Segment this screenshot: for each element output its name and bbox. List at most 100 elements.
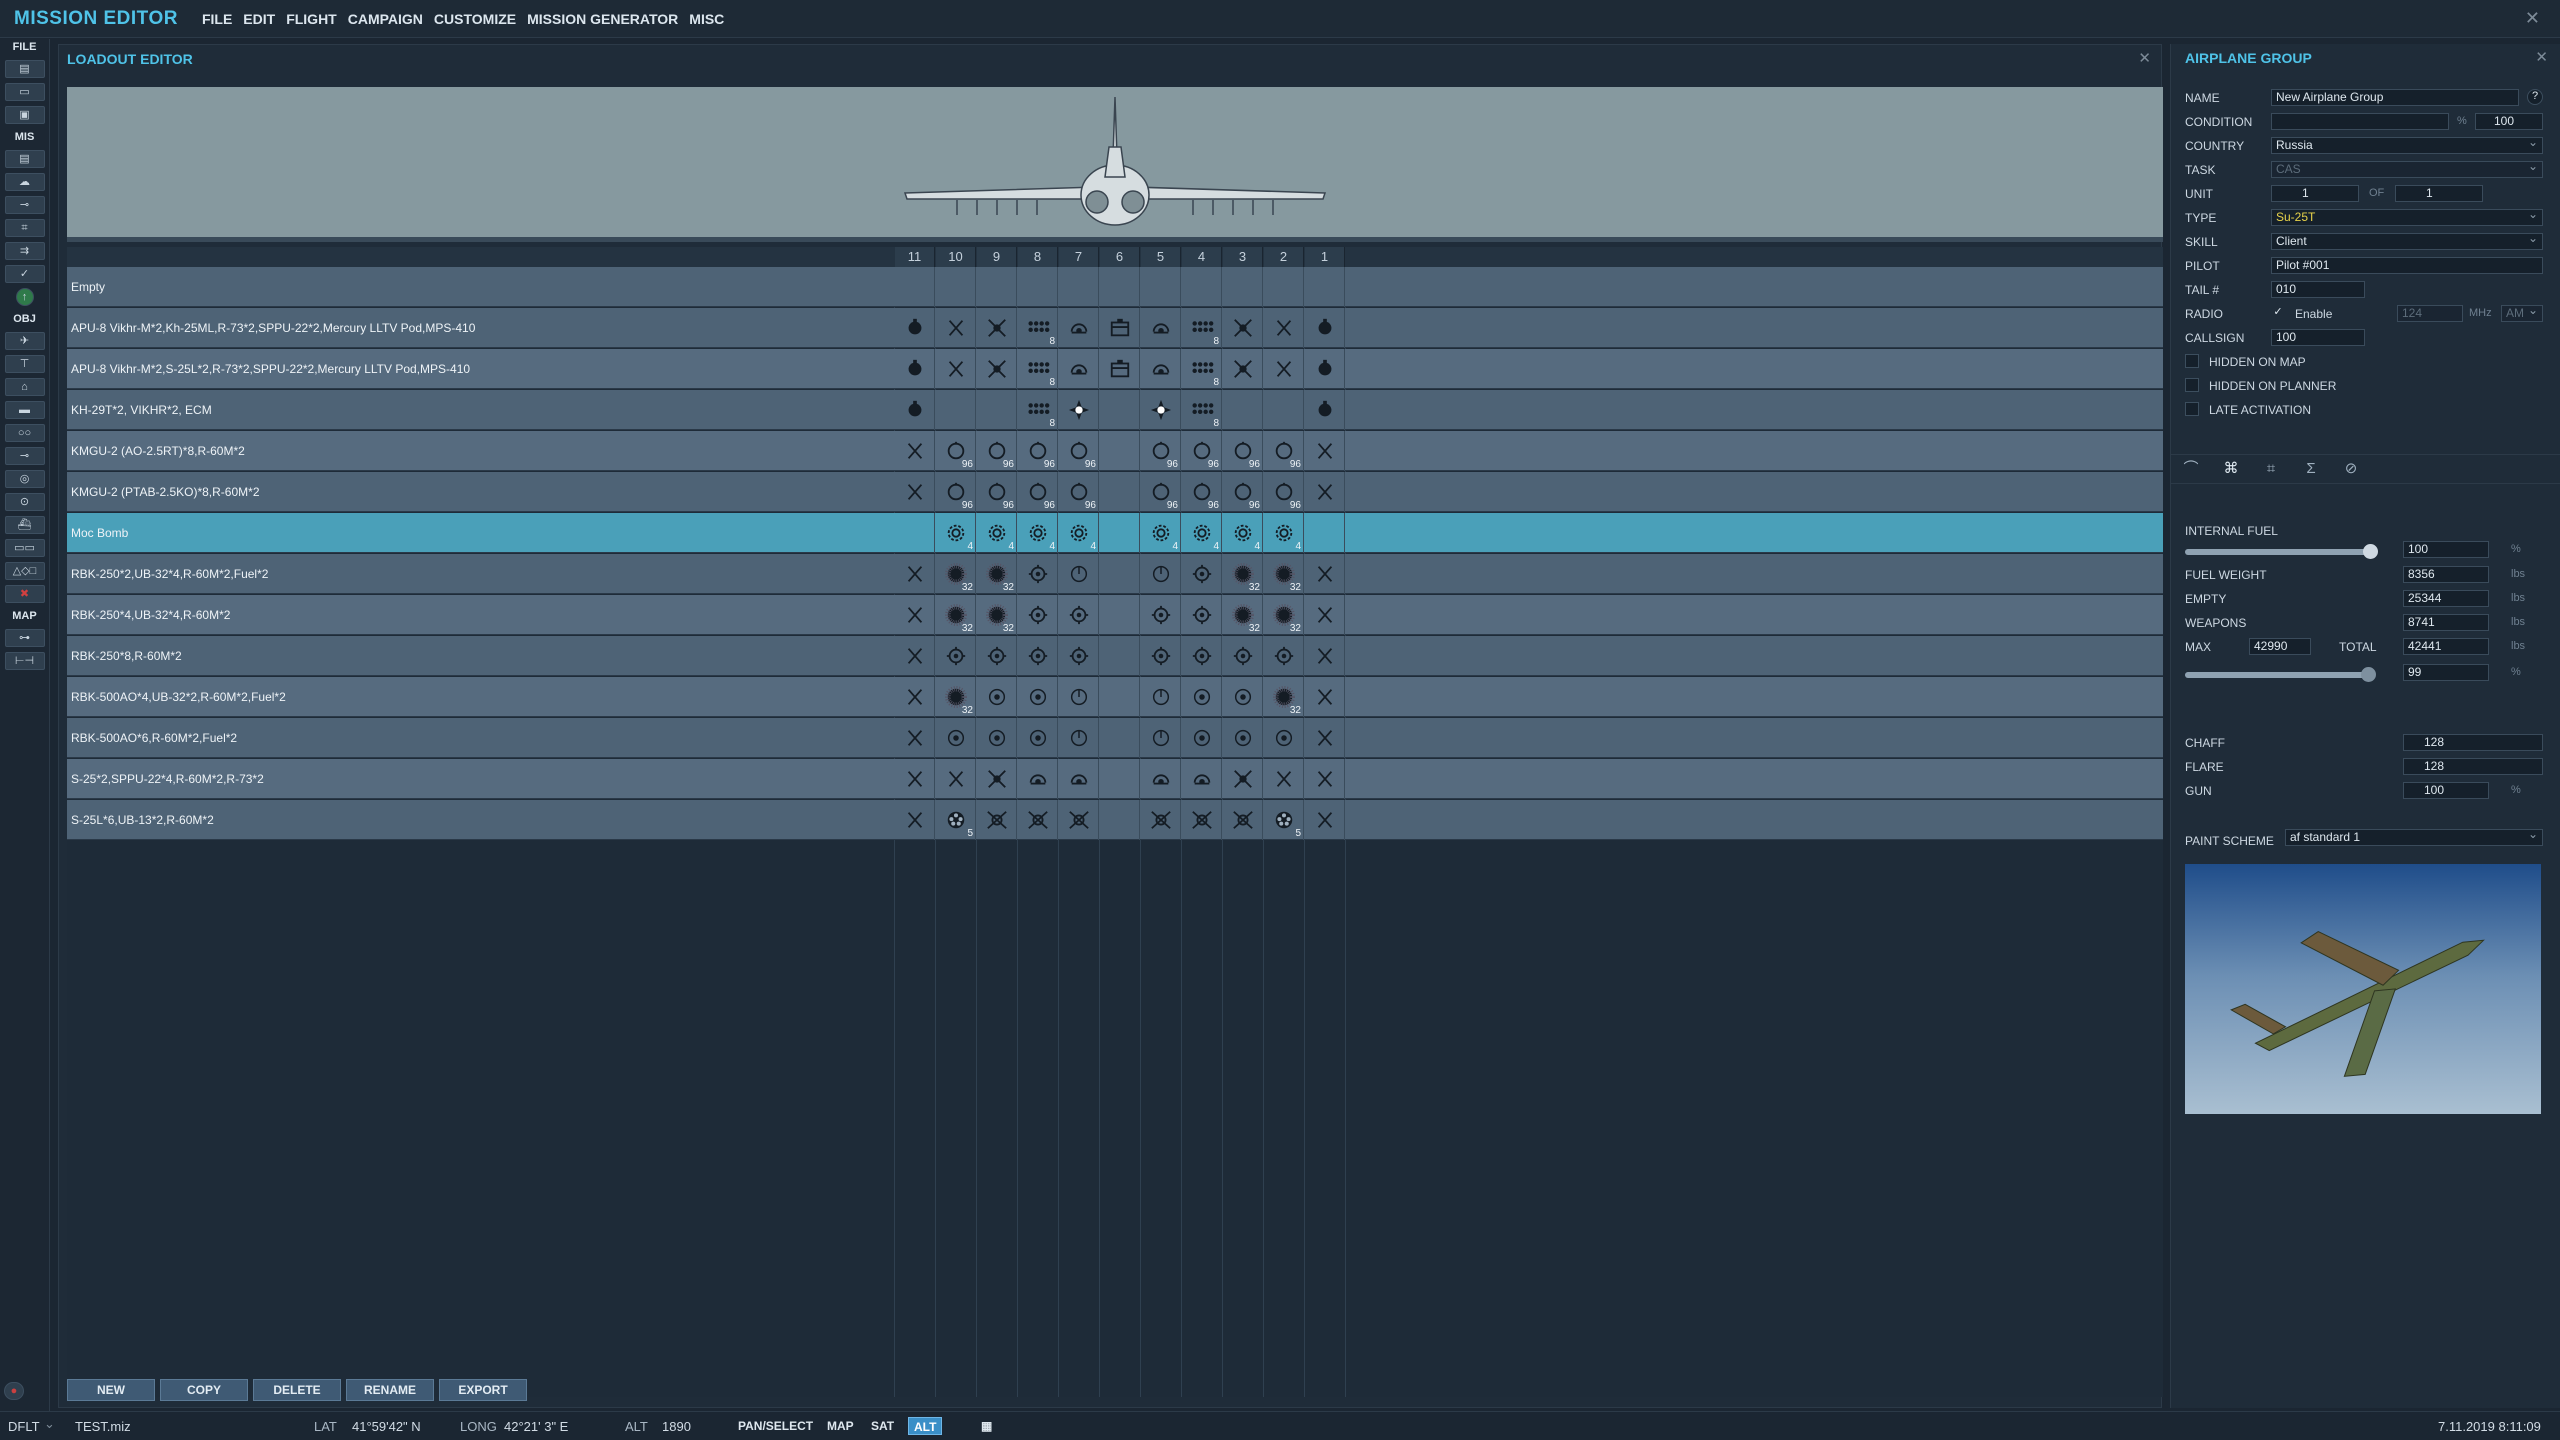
station-slot[interactable]: 96 — [1018, 431, 1058, 471]
internal-fuel-slider[interactable] — [2185, 544, 2378, 559]
station-slot[interactable]: 32 — [936, 554, 976, 594]
station-slot[interactable] — [1223, 800, 1263, 840]
station-slot[interactable]: 96 — [1141, 472, 1181, 512]
station-slot[interactable] — [1305, 431, 1345, 471]
station-slot[interactable] — [895, 513, 935, 553]
station-slot[interactable] — [977, 759, 1017, 799]
station-slot[interactable]: 5 — [1264, 800, 1304, 840]
station-slot[interactable] — [895, 800, 935, 840]
station-slot[interactable] — [1018, 800, 1058, 840]
station-slot[interactable]: 32 — [936, 677, 976, 717]
station-slot[interactable]: 96 — [1223, 472, 1263, 512]
station-slot[interactable] — [1100, 595, 1140, 635]
station-slot[interactable] — [1305, 677, 1345, 717]
station-slot[interactable] — [895, 759, 935, 799]
station-slot[interactable] — [1059, 390, 1099, 430]
shapes-icon[interactable]: △◇□ — [4, 562, 45, 580]
station-slot[interactable] — [1059, 267, 1099, 307]
ruler-icon[interactable]: ⊶ — [4, 629, 45, 647]
station-slot[interactable]: 96 — [936, 431, 976, 471]
table-row[interactable]: S-25*2,SPPU-22*4,R-60M*2,R-73*2 — [67, 759, 2163, 799]
station-slot[interactable]: 4 — [1059, 513, 1099, 553]
station-slot[interactable] — [936, 390, 976, 430]
table-row[interactable]: RBK-250*2,UB-32*4,R-60M*2,Fuel*2 32 32 32 32 — [67, 554, 2163, 594]
station-slot[interactable] — [1305, 390, 1345, 430]
station-slot[interactable] — [1182, 595, 1222, 635]
station-slot[interactable] — [1223, 267, 1263, 307]
station-slot[interactable] — [1141, 308, 1181, 348]
station-slot[interactable] — [1018, 636, 1058, 676]
type-select[interactable]: Su-25T — [2271, 209, 2543, 226]
station-slot[interactable] — [1018, 554, 1058, 594]
table-row[interactable]: Moc Bomb 4 4 4 4 4 4 4 4 — [67, 513, 2163, 553]
station-slot[interactable] — [1018, 677, 1058, 717]
sat-view-button[interactable]: SAT — [866, 1417, 899, 1435]
station-slot[interactable] — [895, 636, 935, 676]
station-slot[interactable] — [1305, 554, 1345, 594]
payload-tab-icon[interactable]: ⌘ — [2211, 455, 2251, 483]
station-slot[interactable] — [1305, 513, 1345, 553]
station-slot[interactable] — [1182, 636, 1222, 676]
paint-scheme-select[interactable]: af standard 1 — [2285, 829, 2543, 846]
station-slot[interactable] — [1100, 800, 1140, 840]
menu-flight[interactable]: FLIGHT — [286, 11, 337, 27]
station-slot[interactable]: 8 — [1182, 390, 1222, 430]
station-slot[interactable] — [1223, 636, 1263, 676]
station-slot[interactable] — [895, 349, 935, 389]
ship-icon[interactable]: ⌂ — [4, 378, 45, 396]
station-slot[interactable] — [936, 636, 976, 676]
table-row[interactable]: RBK-250*8,R-60M*2 — [67, 636, 2163, 676]
station-slot[interactable]: 96 — [1182, 431, 1222, 471]
condition-stepper[interactable]: 100 — [2475, 113, 2543, 130]
station-slot[interactable] — [977, 349, 1017, 389]
station-slot[interactable] — [1264, 718, 1304, 758]
menu-file[interactable]: FILE — [202, 11, 232, 27]
station-slot[interactable]: 4 — [936, 513, 976, 553]
station-slot[interactable]: 4 — [1223, 513, 1263, 553]
station-slot[interactable] — [977, 677, 1017, 717]
station-slot[interactable] — [1305, 718, 1345, 758]
station-slot[interactable]: 96 — [977, 472, 1017, 512]
station-slot[interactable] — [936, 267, 976, 307]
open-file-icon[interactable]: ▭ — [4, 83, 45, 101]
zone-icon[interactable]: ⊙ — [4, 493, 45, 511]
station-slot[interactable]: 32 — [936, 595, 976, 635]
close-icon[interactable]: ✕ — [2525, 8, 2540, 29]
skill-select[interactable]: Client — [2271, 233, 2543, 250]
table-row[interactable]: APU-8 Vikhr-M*2,S-25L*2,R-73*2,SPPU-22*2… — [67, 349, 2163, 389]
station-slot[interactable] — [1182, 800, 1222, 840]
station-slot[interactable]: 32 — [1223, 595, 1263, 635]
target-icon[interactable]: ◎ — [4, 470, 45, 488]
station-slot[interactable] — [895, 390, 935, 430]
station-slot[interactable] — [1223, 349, 1263, 389]
pilot-field[interactable]: Pilot #001 — [2271, 257, 2543, 274]
station-slot[interactable] — [1264, 759, 1304, 799]
station-slot[interactable] — [1264, 390, 1304, 430]
station-slot[interactable] — [895, 677, 935, 717]
station-slot[interactable]: 96 — [1059, 431, 1099, 471]
station-slot[interactable] — [977, 390, 1017, 430]
station-slot[interactable] — [895, 267, 935, 307]
record-icon[interactable]: ● — [4, 1382, 24, 1400]
radio-enable-checkbox[interactable]: ✓ — [2271, 306, 2285, 320]
help-icon[interactable]: ? — [2527, 89, 2543, 105]
station-slot[interactable] — [1182, 718, 1222, 758]
station-slot[interactable] — [895, 472, 935, 512]
station-slot[interactable] — [1059, 595, 1099, 635]
tail-field[interactable]: 010 — [2271, 281, 2365, 298]
station-slot[interactable] — [977, 308, 1017, 348]
station-slot[interactable] — [1305, 595, 1345, 635]
station-slot[interactable]: 32 — [1264, 677, 1304, 717]
station-slot[interactable] — [1223, 759, 1263, 799]
station-slot[interactable] — [1305, 472, 1345, 512]
name-field[interactable]: New Airplane Group — [2271, 89, 2519, 106]
station-slot[interactable] — [1018, 718, 1058, 758]
station-slot[interactable] — [1182, 267, 1222, 307]
station-slot[interactable] — [1305, 349, 1345, 389]
station-slot[interactable] — [895, 431, 935, 471]
station-slot[interactable]: 4 — [977, 513, 1017, 553]
station-slot[interactable]: 32 — [977, 595, 1017, 635]
station-slot[interactable] — [1059, 800, 1099, 840]
station-slot[interactable] — [977, 636, 1017, 676]
station-slot[interactable]: 96 — [1018, 472, 1058, 512]
